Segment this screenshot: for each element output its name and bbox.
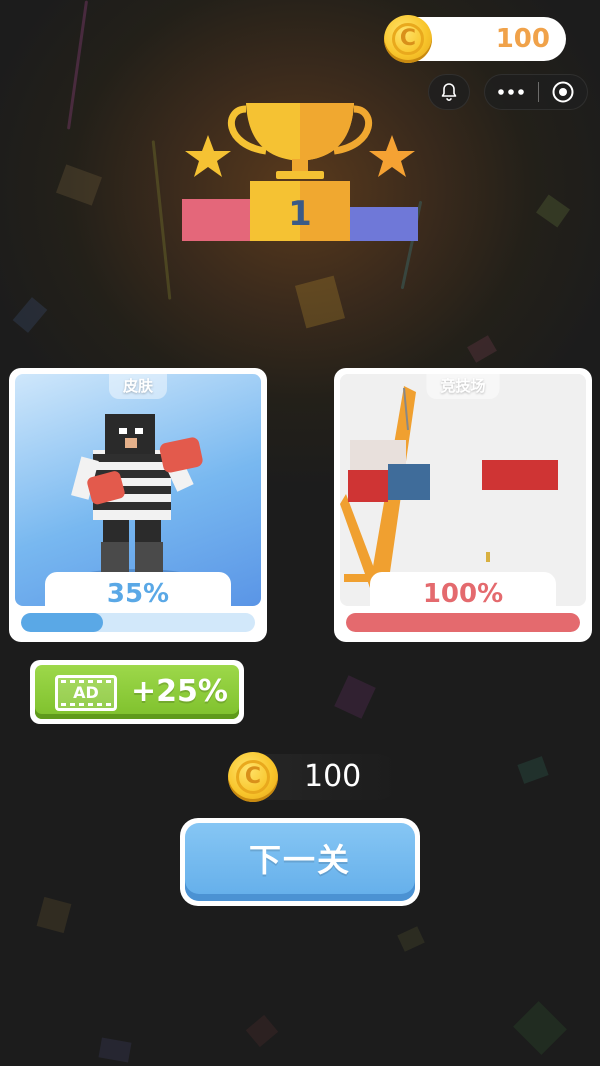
capsule-divider bbox=[537, 82, 539, 102]
trophy-podium-graphic: 1 bbox=[180, 95, 420, 245]
star-icon bbox=[369, 135, 415, 177]
arena-progress-fill bbox=[346, 613, 580, 632]
arena-card-tag: 竞技场 bbox=[426, 372, 500, 399]
coin-balance-value: 100 bbox=[495, 24, 550, 54]
watch-ad-button-face: AD +25% bbox=[35, 665, 239, 719]
coin-icon: C bbox=[384, 15, 432, 63]
skin-card[interactable]: 皮肤 35% bbox=[9, 368, 267, 642]
arena-card[interactable]: 竞技场 100% bbox=[334, 368, 592, 642]
coin-icon: C bbox=[228, 752, 278, 802]
ad-bonus-label: +25% bbox=[131, 674, 228, 709]
skin-progress-fill bbox=[21, 613, 103, 632]
ad-film-icon: AD bbox=[55, 675, 117, 711]
bell-icon bbox=[441, 83, 457, 101]
next-level-button[interactable]: 下一关 bbox=[180, 818, 420, 906]
skin-card-tag: 皮肤 bbox=[108, 372, 168, 399]
reward-amount: 100 bbox=[304, 759, 362, 794]
coin-balance-pill: C 100 bbox=[384, 15, 566, 63]
notification-button[interactable] bbox=[428, 74, 470, 110]
skin-progress-bar bbox=[21, 613, 255, 632]
record-eye-icon[interactable] bbox=[551, 80, 575, 104]
menu-capsule bbox=[484, 74, 588, 110]
arena-progress-percent: 100% bbox=[370, 572, 556, 612]
next-level-label: 下一关 bbox=[185, 823, 415, 901]
more-dots-icon[interactable] bbox=[497, 88, 525, 96]
star-icon bbox=[185, 135, 231, 177]
arena-progress-bar bbox=[346, 613, 580, 632]
watch-ad-bonus-button[interactable]: AD +25% bbox=[30, 660, 244, 724]
podium-rank-number: 1 bbox=[288, 194, 312, 234]
reward-coins: C 100 bbox=[228, 752, 400, 802]
skin-progress-percent: 35% bbox=[45, 572, 231, 612]
